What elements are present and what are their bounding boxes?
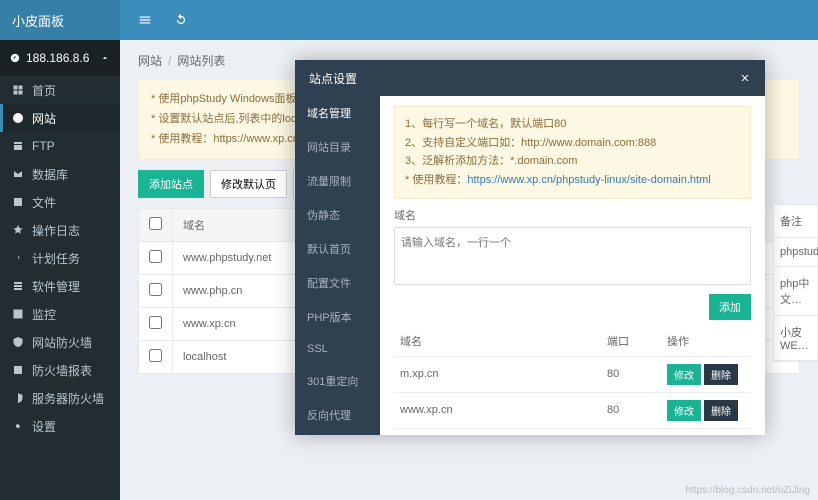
- nav-icon: [12, 280, 24, 292]
- nav-icon: [12, 392, 24, 404]
- delete-button[interactable]: 删除: [704, 364, 738, 385]
- row-checkbox[interactable]: [149, 283, 162, 296]
- nav-icon: [12, 420, 24, 432]
- sidebar-item-label: 操作日志: [32, 222, 80, 239]
- sidebar-item-label: 计划任务: [32, 250, 80, 267]
- nav-icon: [12, 140, 24, 152]
- edit-button[interactable]: 修改: [667, 400, 701, 421]
- cell-domain: www.xp.cn: [394, 392, 601, 428]
- menu-toggle-icon[interactable]: [138, 13, 152, 27]
- select-all-checkbox[interactable]: [149, 217, 162, 230]
- sidebar-item-label: 软件管理: [32, 278, 80, 295]
- sidebar-item-label: 服务器防火墙: [32, 390, 104, 407]
- modal-nav-item[interactable]: 流量限制: [295, 164, 380, 198]
- cell-remark: php中文…: [774, 267, 817, 316]
- domain-row: www.xp.cn80 修改删除: [394, 392, 751, 428]
- nav-icon: [12, 196, 24, 208]
- sidebar-item-11[interactable]: 服务器防火墙: [0, 384, 120, 412]
- modal-nav-item[interactable]: 配置文件: [295, 266, 380, 300]
- modal-nav-item[interactable]: 伪静态: [295, 198, 380, 232]
- sidebar-item-9[interactable]: 网站防火墙: [0, 328, 120, 356]
- modal-nav-item[interactable]: 301重定向: [295, 364, 380, 398]
- sidebar-item-7[interactable]: 软件管理: [0, 272, 120, 300]
- modal-nav-item[interactable]: SSL: [295, 334, 380, 364]
- tutorial-link[interactable]: https://www.xp.cn/phpstudy-linux/site-do…: [467, 174, 710, 186]
- sidebar-item-label: 文件: [32, 194, 56, 211]
- cell-remark: 小皮WE…: [774, 316, 817, 361]
- server-selector[interactable]: 188.186.8.6: [0, 40, 120, 76]
- sidebar-item-label: 监控: [32, 306, 56, 323]
- sidebar-item-label: 防火墙报表: [32, 362, 92, 379]
- nav-icon: [12, 308, 24, 320]
- sidebar-item-3[interactable]: 数据库: [0, 160, 120, 188]
- domain-textarea[interactable]: [394, 227, 751, 285]
- sidebar-item-8[interactable]: 监控: [0, 300, 120, 328]
- site-settings-modal: 站点设置 域名管理网站目录流量限制伪静态默认首页配置文件PHP版本SSL301重…: [295, 60, 765, 435]
- nav-icon: [12, 168, 24, 180]
- th-ops: 操作: [661, 326, 751, 357]
- modal-nav-item[interactable]: 网站目录: [295, 130, 380, 164]
- sidebar-item-label: 首页: [32, 82, 56, 99]
- dashboard-icon: [10, 53, 20, 63]
- sidebar-item-label: 数据库: [32, 166, 68, 183]
- modify-default-button[interactable]: 修改默认页: [210, 170, 287, 198]
- modal-nav-item[interactable]: 防盗链: [295, 432, 380, 435]
- sidebar-item-0[interactable]: 首页: [0, 76, 120, 104]
- sidebar-item-4[interactable]: 文件: [0, 188, 120, 216]
- nav-icon: [12, 112, 24, 124]
- nav-icon: [12, 364, 24, 376]
- sidebar-item-label: FTP: [32, 139, 55, 153]
- modal-nav-item[interactable]: 域名管理: [295, 96, 380, 130]
- modal-nav-item[interactable]: 默认首页: [295, 232, 380, 266]
- domain-label: 域名: [394, 207, 751, 223]
- nav-icon: [12, 84, 24, 96]
- edit-button[interactable]: 修改: [667, 364, 701, 385]
- sidebar-item-2[interactable]: FTP: [0, 132, 120, 160]
- domain-row: m.xp.cn80 修改删除: [394, 356, 751, 392]
- sidebar-item-1[interactable]: 网站: [0, 104, 120, 132]
- add-domain-button[interactable]: 添加: [709, 294, 751, 320]
- cell-port: 80: [601, 392, 661, 428]
- close-icon[interactable]: [739, 72, 751, 84]
- nav-icon: [12, 252, 24, 264]
- add-site-button[interactable]: 添加站点: [138, 170, 204, 198]
- sidebar-item-12[interactable]: 设置: [0, 412, 120, 440]
- row-checkbox[interactable]: [149, 349, 162, 362]
- row-checkbox[interactable]: [149, 250, 162, 263]
- delete-button[interactable]: 删除: [704, 400, 738, 421]
- refresh-icon[interactable]: [174, 13, 188, 27]
- nav-icon: [12, 224, 24, 236]
- sidebar-item-5[interactable]: 操作日志: [0, 216, 120, 244]
- server-ip: 188.186.8.6: [26, 51, 89, 65]
- tip-box: 1、每行写一个域名，默认端口80 2、支持自定义端口如：http://www.d…: [394, 106, 751, 199]
- modal-nav-item[interactable]: PHP版本: [295, 300, 380, 334]
- sidebar-item-label: 网站: [32, 110, 56, 127]
- brand: 小皮面板: [0, 0, 120, 40]
- sidebar-item-10[interactable]: 防火墙报表: [0, 356, 120, 384]
- modal-title: 站点设置: [309, 70, 357, 87]
- cell-remark: phpstud…: [774, 238, 817, 267]
- modal-nav-item[interactable]: 反向代理: [295, 398, 380, 432]
- nav-icon: [12, 336, 24, 348]
- th-port: 端口: [601, 326, 661, 357]
- cell-domain: m.xp.cn: [394, 356, 601, 392]
- sidebar-item-label: 设置: [32, 418, 56, 435]
- cell-port: 80: [601, 356, 661, 392]
- sidebar-item-label: 网站防火墙: [32, 334, 92, 351]
- chevron-up-icon: [100, 53, 110, 63]
- th-domain: 域名: [394, 326, 601, 357]
- row-checkbox[interactable]: [149, 316, 162, 329]
- sidebar-item-6[interactable]: 计划任务: [0, 244, 120, 272]
- watermark: https://blog.csdn.net/oZiJing: [685, 485, 810, 496]
- col-remark: 备注: [774, 205, 817, 238]
